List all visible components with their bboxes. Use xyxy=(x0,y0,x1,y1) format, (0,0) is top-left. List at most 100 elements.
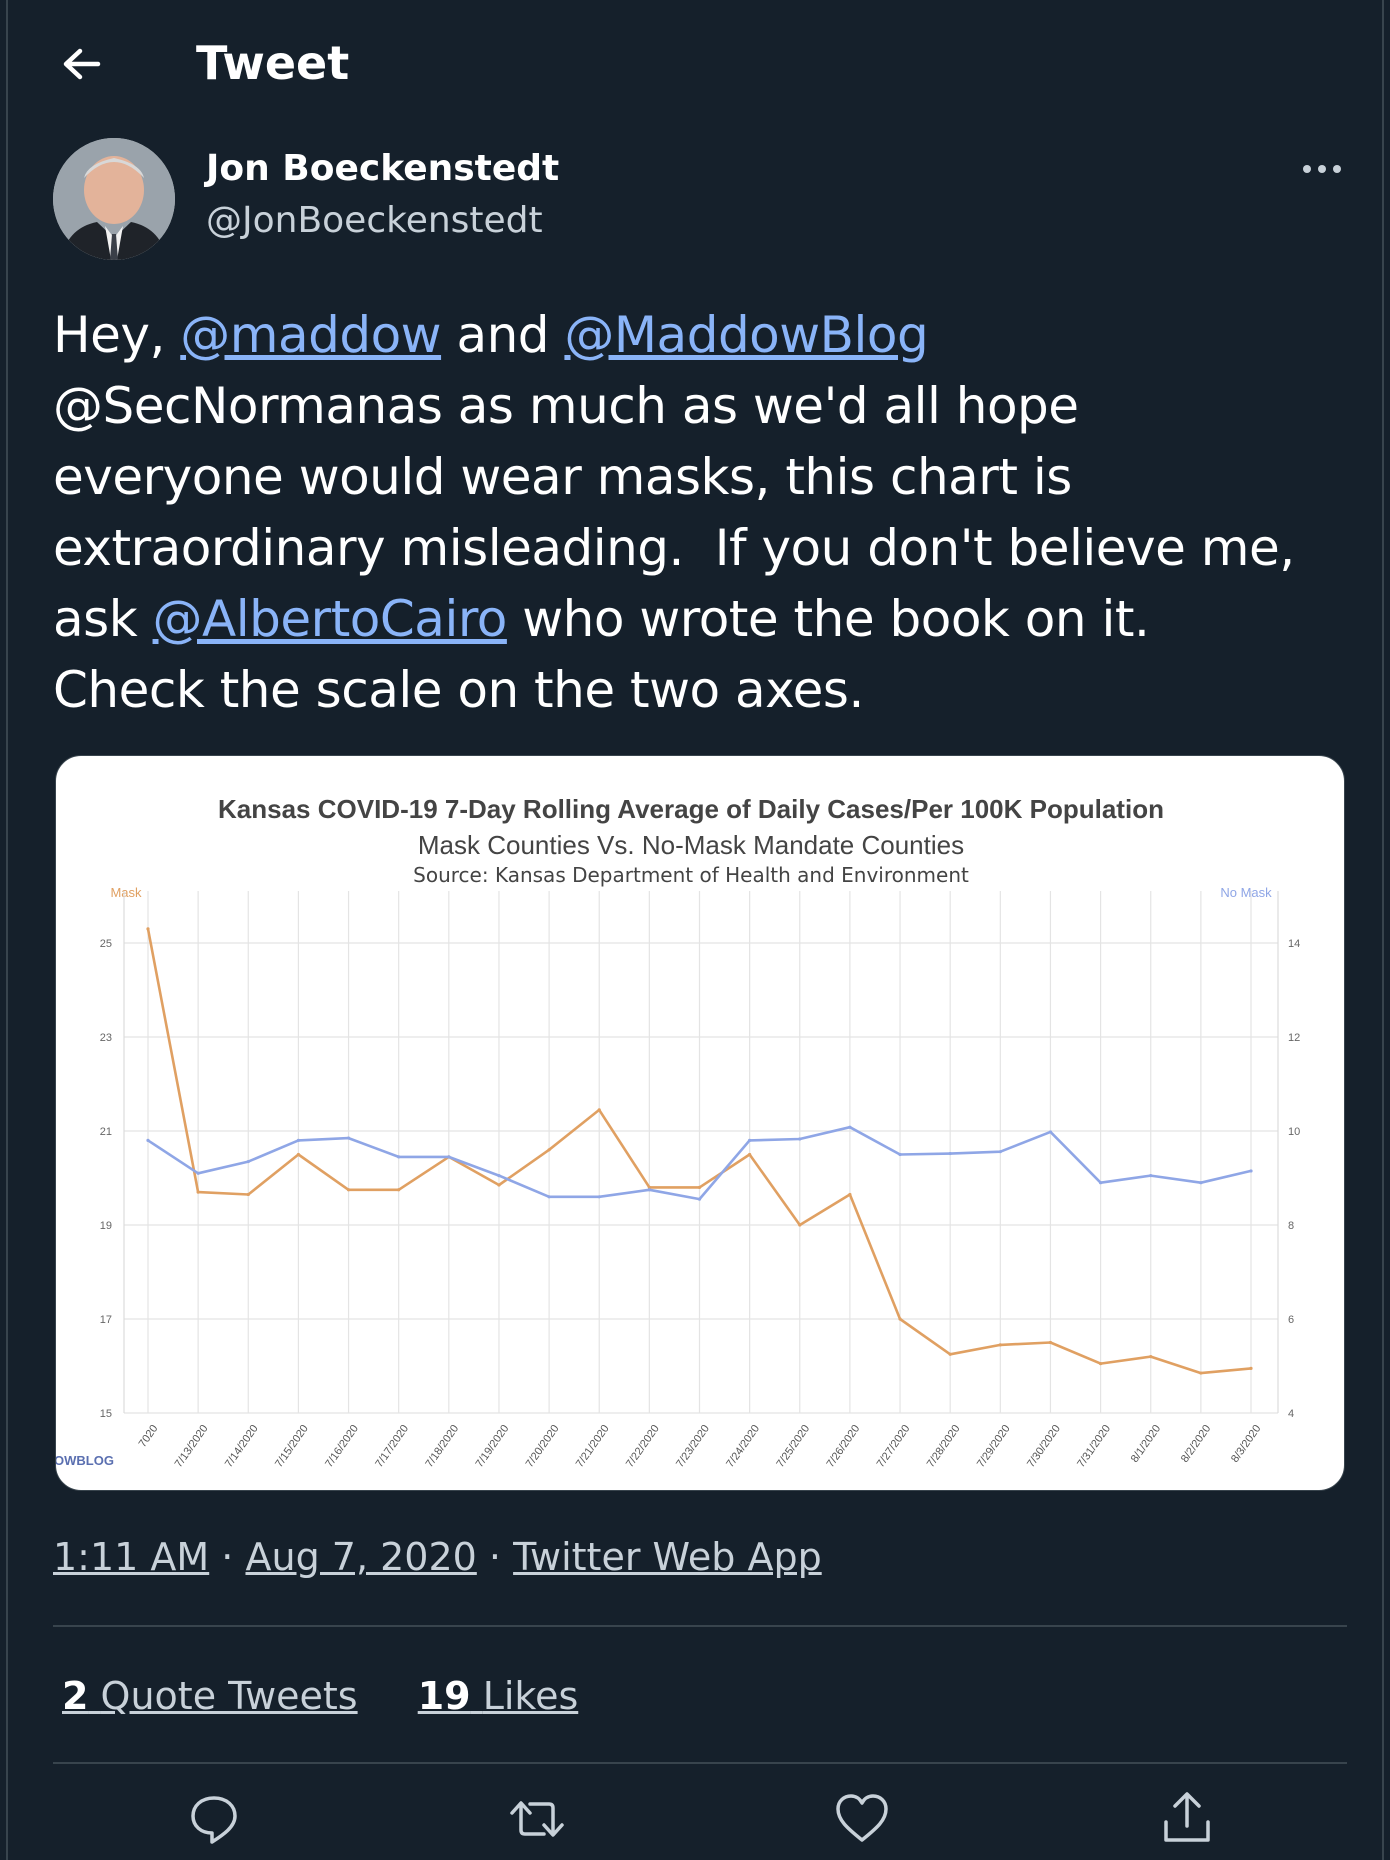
data-point-no-mask xyxy=(1249,1169,1253,1173)
data-point-no-mask xyxy=(697,1197,702,1201)
meta-separator: · xyxy=(221,1535,234,1579)
x-tick-label: 7/28/2020 xyxy=(925,1423,963,1470)
y-right-tick-label: 8 xyxy=(1288,1220,1294,1232)
data-point-no-mask xyxy=(1048,1130,1053,1134)
x-tick-label: 8/1/2020 xyxy=(1129,1423,1163,1465)
x-tick-label: 7/18/2020 xyxy=(423,1423,461,1470)
x-tick-label: 7/21/2020 xyxy=(574,1423,612,1470)
tweet-screen: Tweet Jon Boeckenstedt @JonBoeckenstedt … xyxy=(0,0,1390,1860)
left-axis-label: Mask xyxy=(110,885,142,900)
chart-svg: Kansas COVID-19 7-Day Rolling Average of… xyxy=(56,794,1300,1470)
page-header: Tweet xyxy=(0,0,1390,132)
y-right-tick-label: 6 xyxy=(1288,1314,1294,1326)
tweet-text-segment: Hey, xyxy=(53,306,181,364)
data-point-no-mask xyxy=(547,1195,551,1199)
data-point-mask xyxy=(346,1188,351,1192)
data-point-mask xyxy=(1149,1355,1153,1359)
x-tick-label: 7/14/2020 xyxy=(223,1423,261,1470)
mention-link[interactable]: @MaddowBlog xyxy=(564,306,928,364)
like-icon xyxy=(836,1794,888,1842)
data-point-no-mask xyxy=(798,1137,802,1141)
share-icon xyxy=(1164,1792,1210,1842)
share-button[interactable] xyxy=(1158,1790,1216,1848)
data-point-mask xyxy=(246,1192,250,1197)
data-point-mask xyxy=(948,1352,952,1356)
data-point-no-mask xyxy=(848,1125,852,1129)
chart-title: Kansas COVID-19 7-Day Rolling Average of… xyxy=(218,794,1164,824)
tweet-time[interactable]: 1:11 AM xyxy=(53,1535,209,1579)
data-point-no-mask xyxy=(497,1174,501,1178)
y-right-tick-label: 4 xyxy=(1288,1408,1294,1420)
data-point-no-mask xyxy=(597,1195,601,1199)
tweet-actions xyxy=(0,1790,1390,1860)
x-tick-label: 7/25/2020 xyxy=(774,1423,812,1470)
x-tick-label: 7/23/2020 xyxy=(674,1423,712,1470)
like-count: 19 xyxy=(417,1674,471,1718)
data-point-mask xyxy=(697,1185,702,1189)
data-point-mask xyxy=(898,1317,902,1321)
data-point-mask xyxy=(1048,1340,1053,1345)
tweet-text-segment: and xyxy=(441,306,565,364)
more-icon xyxy=(1303,165,1341,173)
quote-label: Quote Tweets xyxy=(100,1674,358,1718)
y-left-tick-label: 21 xyxy=(100,1126,112,1138)
reply-icon xyxy=(191,1796,237,1844)
x-tick-label: 7020 xyxy=(137,1423,161,1450)
retweet-button[interactable] xyxy=(508,1790,566,1848)
data-point-mask xyxy=(597,1108,601,1112)
y-left-tick-label: 15 xyxy=(100,1408,112,1420)
y-right-tick-label: 10 xyxy=(1288,1126,1300,1138)
divider xyxy=(53,1762,1347,1764)
tweet-source[interactable]: Twitter Web App xyxy=(513,1535,822,1579)
data-point-no-mask xyxy=(647,1188,651,1192)
x-tick-label: 7/17/2020 xyxy=(373,1423,411,1470)
mention-link[interactable]: @maddow xyxy=(180,306,441,364)
chart-source: Source: Kansas Department of Health and … xyxy=(413,863,969,887)
author-handle[interactable]: @JonBoeckenstedt xyxy=(206,200,543,241)
quote-tweets-link[interactable]: 2 Quote Tweets xyxy=(62,1674,358,1718)
data-point-no-mask xyxy=(948,1151,952,1156)
like-label: Likes xyxy=(482,1674,579,1718)
author-name[interactable]: Jon Boeckenstedt xyxy=(206,148,559,189)
avatar[interactable] xyxy=(53,138,175,260)
data-point-mask xyxy=(547,1148,551,1152)
tweet-meta: 1:11 AM · Aug 7, 2020 · Twitter Web App xyxy=(53,1535,822,1579)
tweet-media-chart[interactable]: Kansas COVID-19 7-Day Rolling Average of… xyxy=(55,755,1345,1491)
x-tick-label: 7/13/2020 xyxy=(173,1423,211,1470)
y-right-tick-label: 12 xyxy=(1288,1032,1300,1044)
mention-link[interactable]: @AlbertoCairo xyxy=(153,590,508,648)
likes-link[interactable]: 19 Likes xyxy=(418,1674,579,1718)
y-left-tick-label: 23 xyxy=(100,1032,112,1044)
y-right-tick-label: 14 xyxy=(1288,938,1300,950)
divider xyxy=(53,1625,1347,1627)
reply-button[interactable] xyxy=(185,1790,243,1848)
data-point-no-mask xyxy=(146,1138,150,1142)
x-tick-label: 7/16/2020 xyxy=(323,1423,361,1470)
x-tick-label: 7/22/2020 xyxy=(624,1423,662,1470)
chart-subtitle: Mask Counties Vs. No-Mask Mandate Counti… xyxy=(418,830,964,860)
data-point-mask xyxy=(146,927,150,931)
tweet-text: Hey, @maddow and @MaddowBlog @SecNormana… xyxy=(53,300,1353,726)
x-tick-label: 8/2/2020 xyxy=(1179,1423,1213,1465)
x-tick-label: 7/30/2020 xyxy=(1025,1423,1063,1470)
back-button[interactable] xyxy=(52,40,108,96)
quote-count: 2 xyxy=(62,1674,89,1718)
data-point-mask xyxy=(798,1223,802,1227)
right-axis-label: No Mask xyxy=(1220,885,1272,900)
more-button[interactable] xyxy=(1298,154,1346,184)
column-border-right xyxy=(1382,0,1384,1860)
data-point-no-mask xyxy=(346,1136,351,1140)
y-left-tick-label: 19 xyxy=(100,1220,112,1232)
data-point-no-mask xyxy=(1098,1181,1103,1185)
data-point-mask xyxy=(196,1190,200,1194)
meta-separator: · xyxy=(488,1535,501,1579)
x-tick-label: 8/3/2020 xyxy=(1229,1423,1263,1465)
data-point-mask xyxy=(1098,1362,1103,1366)
data-point-no-mask xyxy=(447,1155,451,1159)
like-button[interactable] xyxy=(833,1790,891,1848)
data-point-no-mask xyxy=(1149,1174,1153,1178)
data-point-mask xyxy=(748,1152,752,1157)
page-title: Tweet xyxy=(196,36,350,90)
tweet-date[interactable]: Aug 7, 2020 xyxy=(245,1535,476,1579)
x-tick-label: 7/29/2020 xyxy=(975,1423,1013,1470)
